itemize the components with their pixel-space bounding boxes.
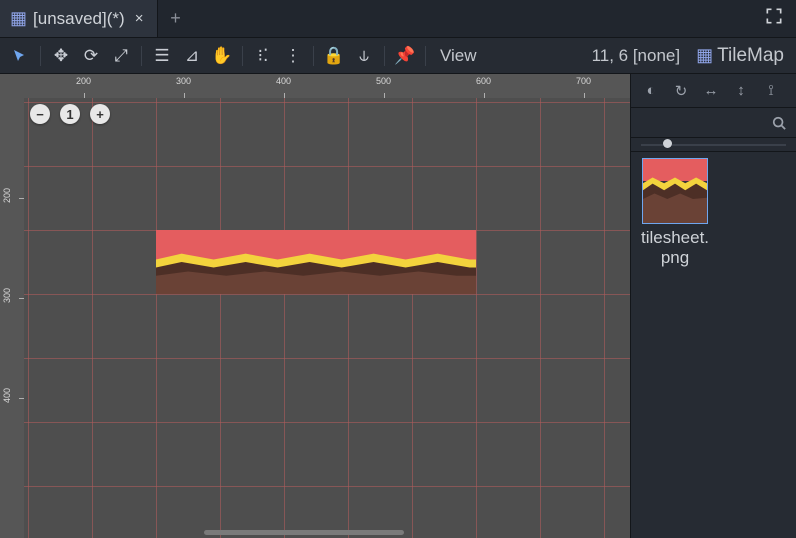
tab-bar: ▦ [unsaved](*) × + (0, 0, 796, 38)
zoom-out-button[interactable]: − (30, 104, 50, 124)
select-tool[interactable] (6, 42, 34, 70)
editor-viewport: 200300400500600700 200300400 − 1 + (0, 74, 630, 538)
tileset-search[interactable] (631, 108, 796, 138)
tile-grid (24, 98, 630, 538)
tileset-item[interactable]: tilesheet.png (637, 158, 713, 269)
zoom-controls: − 1 + (30, 104, 110, 124)
list-tool[interactable]: ☰ (148, 42, 176, 70)
ruler-y: 200300400 (0, 98, 24, 538)
node-name: TileMap (717, 45, 784, 67)
separator (313, 46, 314, 66)
tilemap-icon: ▦ (696, 45, 713, 66)
zoom-reset-button[interactable]: 1 (60, 104, 80, 124)
scene-tab[interactable]: ▦ [unsaved](*) × (0, 0, 158, 37)
lock-tool[interactable]: 🔒 (320, 42, 348, 70)
snap-tool[interactable]: ⁝⁚ (249, 42, 277, 70)
tileset-thumbnail (642, 158, 708, 224)
tileset-panel: ◐ ↻ ↔ ↕ ⟟ tilesheet.png (630, 74, 796, 538)
ruler-corner (0, 74, 24, 98)
separator (242, 46, 243, 66)
snap-options[interactable]: ⋮ (279, 42, 307, 70)
separator (141, 46, 142, 66)
toolbar: ✥ ⟳ ⤢ ☰ ⊿ ✋ ⁝⁚ ⋮ 🔒 ⫝ 📌 View 11, 6 [none]… (0, 38, 796, 74)
pan-tool[interactable]: ✋ (208, 42, 236, 70)
canvas[interactable]: − 1 + (24, 98, 630, 538)
view-menu[interactable]: View (432, 46, 485, 66)
separator (40, 46, 41, 66)
close-tab-button[interactable]: × (131, 10, 148, 27)
paint-tool[interactable]: ◐ (639, 79, 663, 103)
fullscreen-button[interactable] (764, 6, 788, 30)
tileset-toolbar: ◐ ↻ ↔ ↕ ⟟ (631, 74, 796, 108)
rotate-tool[interactable]: ⟳ (77, 42, 105, 70)
ruler-tool[interactable]: ⊿ (178, 42, 206, 70)
move-tool[interactable]: ✥ (47, 42, 75, 70)
flip-h-tool[interactable]: ↔ (699, 79, 723, 103)
zoom-in-button[interactable]: + (90, 104, 110, 124)
rotate-tool-side[interactable]: ↻ (669, 79, 693, 103)
thumbnail-size-slider[interactable] (631, 138, 796, 152)
tileset-label: tilesheet.png (637, 228, 713, 269)
search-icon (772, 116, 786, 130)
hscrollbar[interactable] (204, 530, 404, 535)
coord-readout: 11, 6 [none] (592, 46, 689, 66)
ruler-x: 200300400500600700 (24, 74, 630, 98)
placed-tiles[interactable] (156, 230, 476, 294)
tileset-list: tilesheet.png (631, 152, 796, 275)
group-tool[interactable]: ⫝ (350, 42, 378, 70)
flip-v-tool[interactable]: ↕ (729, 79, 753, 103)
add-tab-button[interactable]: + (158, 0, 192, 37)
tab-title: [unsaved](*) (33, 9, 125, 29)
node-indicator[interactable]: ▦ TileMap (690, 45, 790, 67)
separator (384, 46, 385, 66)
pin-tool[interactable]: 📌 (391, 42, 419, 70)
clear-transform-tool[interactable]: ⟟ (759, 79, 783, 103)
separator (425, 46, 426, 66)
scale-tool[interactable]: ⤢ (107, 42, 135, 70)
tilemap-icon: ▦ (10, 8, 27, 29)
